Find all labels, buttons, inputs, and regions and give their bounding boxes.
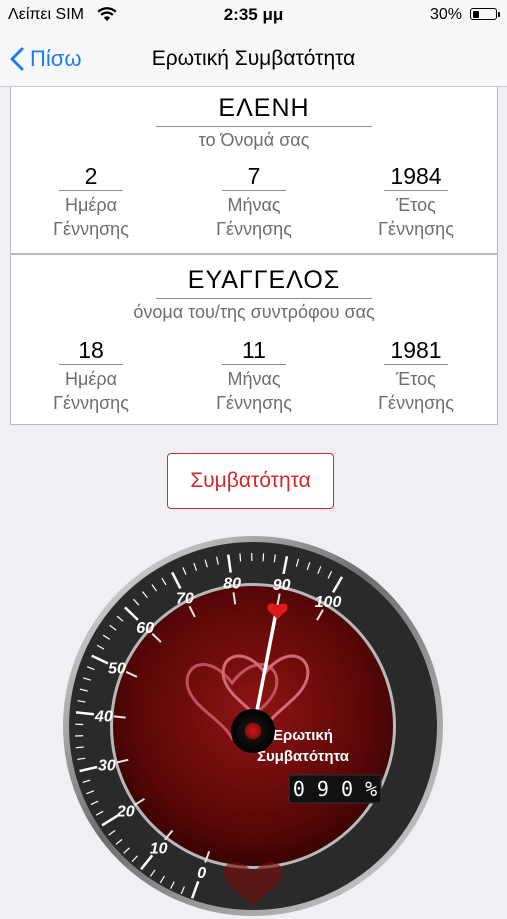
gauge-tick-label: 100 xyxy=(315,594,342,611)
month-label-line2: Γέννησης xyxy=(184,217,324,241)
person1-name-caption: το Όνομά σας xyxy=(11,130,497,151)
back-button-label: Πίσω xyxy=(30,46,82,72)
battery-percent: 30% xyxy=(430,6,462,24)
compatibility-button[interactable]: Συμβατότητα xyxy=(167,453,334,509)
month-label-line1: Μήνας xyxy=(184,367,324,391)
person2-year-label: Έτος Γέννησης xyxy=(346,367,486,415)
day-label-line2: Γέννησης xyxy=(21,217,161,241)
gauge-tick-label: 20 xyxy=(116,803,135,820)
person2-year-field[interactable]: 1981 xyxy=(384,336,448,365)
year-label-line2: Γέννησης xyxy=(346,217,486,241)
person1-month-group: 7 Μήνας Γέννησης xyxy=(184,162,324,241)
person1-name-field[interactable]: ΕΛΕΝΗ xyxy=(156,94,372,127)
year-label-line1: Έτος xyxy=(346,367,486,391)
gauge-tick-label: 40 xyxy=(94,708,113,725)
battery-icon xyxy=(470,8,497,20)
needle-hub xyxy=(231,709,275,753)
person1-month-label: Μήνας Γέννησης xyxy=(184,193,324,241)
person2-day-label: Ημέρα Γέννησης xyxy=(21,367,161,415)
gauge-label-line1: Ερωτική xyxy=(273,727,333,744)
person1-month-field[interactable]: 7 xyxy=(222,162,286,191)
person2-name-caption: όνομα του/της συντρόφου σας xyxy=(11,302,497,323)
gauge-readout: 0 9 0 % xyxy=(293,777,377,801)
year-label-line1: Έτος xyxy=(346,193,486,217)
gauge-tick-label: 0 xyxy=(197,865,206,882)
gauge-tick-label: 30 xyxy=(98,758,116,775)
person2-month-field[interactable]: 11 xyxy=(222,336,286,365)
person1-day-label: Ημέρα Γέννησης xyxy=(21,193,161,241)
person2-year-group: 1981 Έτος Γέννησης xyxy=(346,336,486,415)
person1-year-label: Έτος Γέννησης xyxy=(346,193,486,241)
gauge-tick-label: 80 xyxy=(223,575,241,592)
status-bar: Λείπει SIM 2:35 μμ 30% xyxy=(0,0,507,30)
day-label-line1: Ημέρα xyxy=(21,367,161,391)
gauge-tick-label: 70 xyxy=(176,590,194,607)
chevron-left-icon xyxy=(10,47,24,71)
person2-month-label: Μήνας Γέννησης xyxy=(184,367,324,415)
month-label-line1: Μήνας xyxy=(184,193,324,217)
person1-year-field[interactable]: 1984 xyxy=(384,162,448,191)
gauge-tick-label: 50 xyxy=(108,661,126,678)
year-label-line2: Γέννησης xyxy=(346,391,486,415)
gauge-minor-tick xyxy=(76,747,84,748)
person1-year-group: 1984 Έτος Γέννησης xyxy=(346,162,486,241)
person2-card: ΕΥΑΓΓΕΛΟΣ όνομα του/της συντρόφου σας 18… xyxy=(10,254,498,425)
battery-fill xyxy=(473,11,479,18)
gauge-tick-label: 90 xyxy=(273,577,291,594)
compatibility-gauge: 0 10 20 30 40 50 60 70 80 90 100 Ερωτική Συμβατότη… xyxy=(60,533,446,919)
person1-card: ΕΛΕΝΗ το Όνομά σας 2 Ημέρα Γέννησης 7 Μή… xyxy=(10,87,498,254)
day-label-line1: Ημέρα xyxy=(21,193,161,217)
month-label-line2: Γέννησης xyxy=(184,391,324,415)
gauge-tick-label: 10 xyxy=(150,841,168,858)
gauge-tick-label: 60 xyxy=(136,620,154,637)
person2-name-field[interactable]: ΕΥΑΓΓΕΛΟΣ xyxy=(156,266,372,299)
dial-inner-tick xyxy=(114,716,126,717)
day-label-line2: Γέννησης xyxy=(21,391,161,415)
person1-day-group: 2 Ημέρα Γέννησης xyxy=(21,162,161,241)
gauge-minor-tick xyxy=(240,553,241,561)
person2-day-group: 18 Ημέρα Γέννησης xyxy=(21,336,161,415)
back-button[interactable]: Πίσω xyxy=(10,30,82,87)
gauge-label-line2: Συμβατότητα xyxy=(257,748,350,765)
gauge-svg: 0 10 20 30 40 50 60 70 80 90 100 Ερωτική Συμβατότη… xyxy=(60,533,446,919)
person2-day-field[interactable]: 18 xyxy=(59,336,123,365)
person2-month-group: 11 Μήνας Γέννησης xyxy=(184,336,324,415)
person1-day-field[interactable]: 2 xyxy=(59,162,123,191)
navigation-bar: Πίσω Ερωτική Συμβατότητα xyxy=(0,30,507,87)
